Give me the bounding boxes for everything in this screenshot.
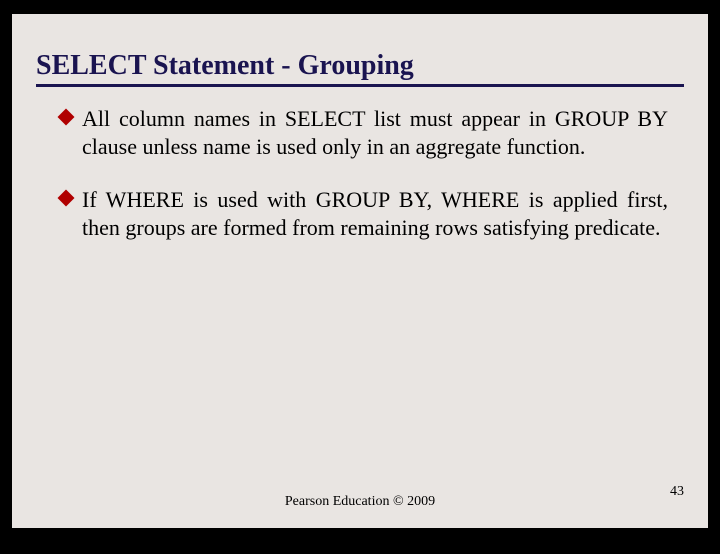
list-item-text: All column names in SELECT list must app… <box>82 106 668 159</box>
slide-title: SELECT Statement - Grouping <box>36 50 684 87</box>
list-item: If WHERE is used with GROUP BY, WHERE is… <box>60 186 668 242</box>
list-item-text: If WHERE is used with GROUP BY, WHERE is… <box>82 187 668 240</box>
list-item: All column names in SELECT list must app… <box>60 105 668 161</box>
diamond-bullet-icon <box>58 109 75 126</box>
diamond-bullet-icon <box>58 189 75 206</box>
footer-copyright: Pearson Education © 2009 <box>12 494 708 510</box>
title-wrap: SELECT Statement - Grouping <box>12 14 708 87</box>
slide-body: All column names in SELECT list must app… <box>12 87 708 242</box>
slide: SELECT Statement - Grouping All column n… <box>12 14 708 528</box>
page-number: 43 <box>670 484 684 500</box>
